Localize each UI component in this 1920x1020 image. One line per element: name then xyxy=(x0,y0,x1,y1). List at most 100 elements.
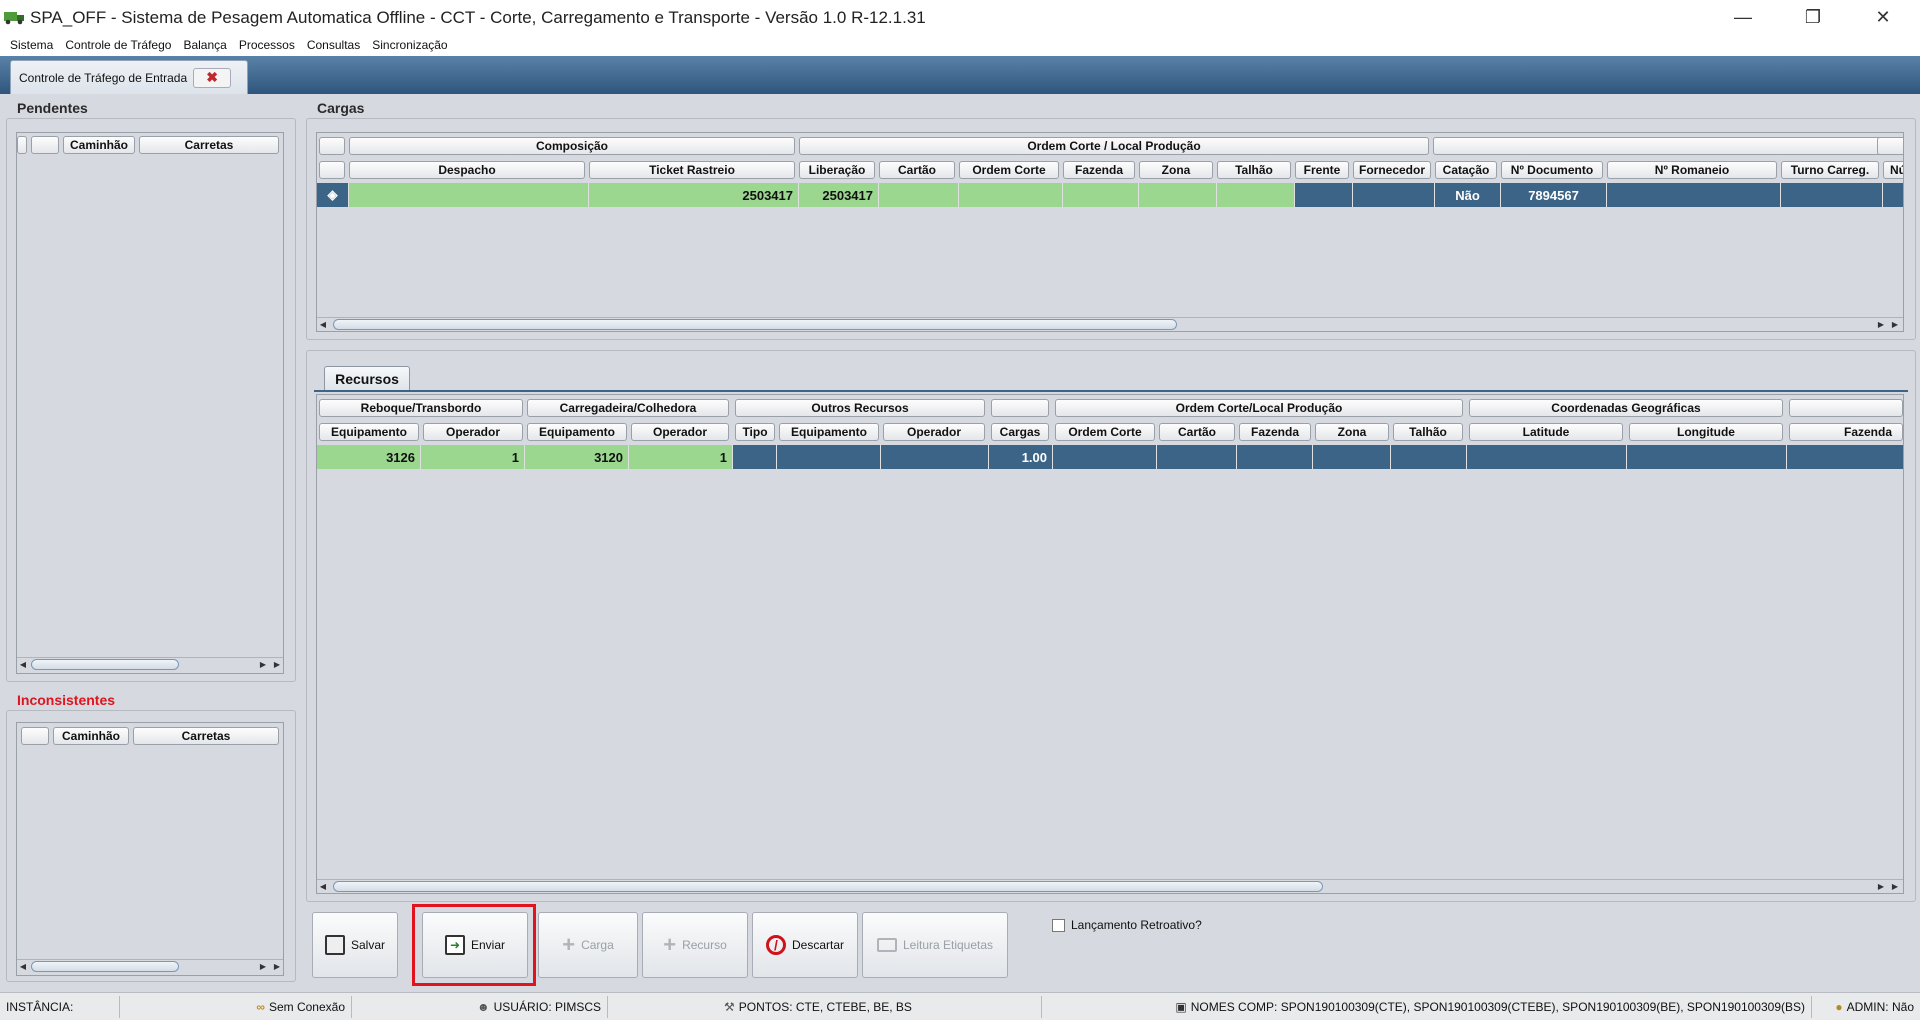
close-window-button[interactable]: ✕ xyxy=(1860,0,1906,34)
table-header[interactable]: Longitude xyxy=(1629,423,1783,441)
table-group-header[interactable]: Carregadeira/Colhedora xyxy=(527,399,729,417)
table-cell[interactable] xyxy=(1391,445,1467,469)
table-cell[interactable] xyxy=(777,445,881,469)
scroll-right-icon[interactable]: ▶ xyxy=(271,658,283,671)
row-selector-icon[interactable]: ◈ xyxy=(317,183,349,207)
table-cell[interactable]: 1 xyxy=(629,445,733,469)
table-header[interactable]: Catação xyxy=(1435,161,1497,179)
table-cell[interactable] xyxy=(1787,445,1903,469)
minimize-button[interactable]: — xyxy=(1720,0,1766,34)
table-header[interactable]: Ticket Rastreio xyxy=(589,161,795,179)
table-cell[interactable] xyxy=(959,183,1063,207)
carga-button[interactable]: + Carga xyxy=(538,912,638,978)
table-header[interactable]: Ordem Corte xyxy=(959,161,1059,179)
table-group-header[interactable]: Reboque/Transbordo xyxy=(319,399,523,417)
table-cell[interactable] xyxy=(1627,445,1787,469)
close-x-icon[interactable]: ✖ xyxy=(193,67,232,88)
table-cell[interactable] xyxy=(881,445,989,469)
menu-sistema[interactable]: Sistema xyxy=(4,38,59,52)
table-cell[interactable] xyxy=(1237,445,1313,469)
table-header[interactable]: Ordem Corte xyxy=(1055,423,1155,441)
scroll-right-icon[interactable]: ▶ xyxy=(271,960,283,973)
table-header[interactable]: Fazenda xyxy=(1063,161,1135,179)
table-cell[interactable] xyxy=(1467,445,1627,469)
table-header[interactable]: Cargas xyxy=(991,423,1049,441)
menu-consultas[interactable]: Consultas xyxy=(301,38,366,52)
scroll-left-icon[interactable]: ◀ xyxy=(17,658,29,671)
recurso-button[interactable]: + Recurso xyxy=(642,912,748,978)
scroll-left-icon[interactable]: ◀ xyxy=(317,318,329,331)
scroll-right-icon[interactable]: ▶ xyxy=(1889,880,1901,893)
table-header[interactable]: Fazenda xyxy=(1789,423,1903,441)
table-cell[interactable] xyxy=(1157,445,1237,469)
table-header[interactable]: Latitude xyxy=(1469,423,1623,441)
table-header[interactable]: Carretas xyxy=(133,727,279,745)
table-cell[interactable] xyxy=(1295,183,1353,207)
table-header[interactable]: Despacho xyxy=(349,161,585,179)
table-cell[interactable]: 1 xyxy=(421,445,525,469)
table-cell[interactable]: 3126 xyxy=(317,445,421,469)
table-header[interactable]: Nº Documento xyxy=(1501,161,1603,179)
leitura-etiquetas-button[interactable]: Leitura Etiquetas xyxy=(862,912,1008,978)
lancamento-retroativo-checkbox[interactable] xyxy=(1052,918,1065,932)
table-cell[interactable] xyxy=(1313,445,1391,469)
table-group-header[interactable] xyxy=(1877,137,1903,155)
table-group-header[interactable]: Ordem Corte / Local Produção xyxy=(799,137,1429,155)
table-group-header[interactable] xyxy=(991,399,1049,417)
scrollbar-thumb[interactable] xyxy=(31,659,179,670)
table-cell[interactable] xyxy=(1353,183,1435,207)
table-group-header[interactable]: Ordem Corte/Local Produção xyxy=(1055,399,1463,417)
table-header[interactable]: Tipo xyxy=(735,423,775,441)
restore-button[interactable]: ❐ xyxy=(1790,0,1836,34)
scroll-right-icon[interactable]: ▶ xyxy=(257,658,269,671)
table-cell[interactable] xyxy=(879,183,959,207)
scrollbar-thumb[interactable] xyxy=(31,961,179,972)
scroll-right-icon[interactable]: ▶ xyxy=(257,960,269,973)
table-cell[interactable]: 7894567 xyxy=(1501,183,1607,207)
salvar-button[interactable]: Salvar xyxy=(312,912,398,978)
table-header[interactable]: Fornecedor xyxy=(1353,161,1431,179)
scroll-right-icon[interactable]: ▶ xyxy=(1889,318,1901,331)
cargas-horizontal-scrollbar[interactable]: ◀ ▶ ▶ xyxy=(317,317,1903,331)
table-header[interactable]: Zona xyxy=(1139,161,1213,179)
table-cell[interactable]: 1.00 xyxy=(989,445,1053,469)
cargas-table[interactable]: Composição Ordem Corte / Local Produção … xyxy=(316,132,1904,332)
table-header[interactable]: Zona xyxy=(1315,423,1389,441)
pendentes-horizontal-scrollbar[interactable]: ◀ ▶ ▶ xyxy=(17,657,283,671)
scroll-right-icon[interactable]: ▶ xyxy=(1875,880,1887,893)
table-header[interactable]: Operador xyxy=(631,423,729,441)
table-header[interactable]: Equipamento xyxy=(779,423,879,441)
table-header[interactable]: Nú xyxy=(1883,161,1903,179)
table-group-header[interactable]: Outros Recursos xyxy=(735,399,985,417)
scroll-left-icon[interactable]: ◀ xyxy=(317,880,329,893)
scroll-right-icon[interactable]: ▶ xyxy=(1875,318,1887,331)
menu-controle-trafego[interactable]: Controle de Tráfego xyxy=(59,38,177,52)
inconsistentes-horizontal-scrollbar[interactable]: ◀ ▶ ▶ xyxy=(17,959,283,973)
menu-balanca[interactable]: Balança xyxy=(177,38,232,52)
table-header[interactable] xyxy=(17,136,27,154)
table-cell[interactable] xyxy=(349,183,589,207)
table-cell[interactable] xyxy=(1883,183,1903,207)
table-group-header[interactable] xyxy=(1789,399,1903,417)
menu-sincronizacao[interactable]: Sincronização xyxy=(366,38,453,52)
table-group-header[interactable] xyxy=(1433,137,1903,155)
table-group-header[interactable] xyxy=(319,137,345,155)
table-cell[interactable]: Não xyxy=(1435,183,1501,207)
table-cell[interactable]: 2503417 xyxy=(799,183,879,207)
scrollbar-thumb[interactable] xyxy=(333,881,1323,892)
table-header[interactable]: Operador xyxy=(883,423,985,441)
table-header[interactable]: Carretas xyxy=(139,136,279,154)
table-cell[interactable] xyxy=(1217,183,1295,207)
table-header[interactable]: Talhão xyxy=(1393,423,1463,441)
table-header[interactable] xyxy=(31,136,59,154)
table-group-header[interactable]: Composição xyxy=(349,137,795,155)
table-header[interactable] xyxy=(319,161,345,179)
table-cell[interactable] xyxy=(1139,183,1217,207)
table-cell[interactable] xyxy=(1781,183,1883,207)
descartar-button[interactable]: / Descartar xyxy=(752,912,858,978)
table-header[interactable]: Cartão xyxy=(1159,423,1235,441)
table-cell[interactable]: 3120 xyxy=(525,445,629,469)
tab-recursos[interactable]: Recursos xyxy=(324,366,410,390)
table-header[interactable]: Turno Carreg. xyxy=(1781,161,1879,179)
table-header[interactable]: Liberação xyxy=(799,161,875,179)
